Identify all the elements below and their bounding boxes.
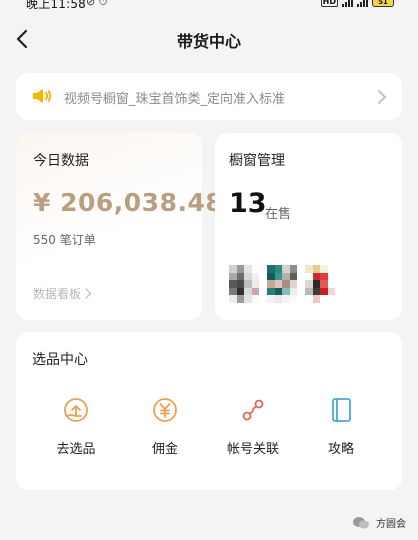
book-icon bbox=[301, 394, 381, 426]
announcement-banner[interactable]: 视频号橱窗_珠宝首饰类_定向准入标准 bbox=[16, 73, 402, 120]
chevron-right-icon bbox=[85, 288, 92, 299]
page-title: 带货中心 bbox=[176, 32, 241, 51]
product-thumbnail bbox=[229, 265, 259, 303]
link-nodes-icon bbox=[213, 394, 293, 426]
watermark: 方圆会 bbox=[352, 515, 406, 530]
hd-badge: HD bbox=[320, 0, 338, 7]
showcase-management-card[interactable]: 橱窗管理 13 在售 bbox=[215, 133, 402, 320]
nav-bar: 带货中心 bbox=[0, 22, 418, 56]
today-data-card[interactable]: 今日数据 ¥ 206,038.48 550 笔订单 数据看板 bbox=[16, 133, 223, 320]
product-thumbnail bbox=[267, 265, 297, 303]
chevron-right-icon bbox=[378, 89, 387, 108]
wechat-logo-icon bbox=[353, 516, 369, 528]
product-count-unit: 在售 bbox=[265, 207, 292, 222]
status-time: 晚上11:58 bbox=[26, 0, 86, 11]
signal-icon-2 bbox=[357, 0, 368, 7]
status-right: HD 51 bbox=[320, 0, 394, 7]
signal-icon bbox=[342, 0, 353, 7]
product-selection-card: 选品中心 去选品 佣金 帐号关联 攻略 bbox=[16, 332, 402, 490]
status-bar: 晚上11:58 ⊘ ⏱ HD 51 bbox=[0, 0, 418, 12]
battery-icon: 51 bbox=[372, 0, 394, 7]
banner-text: 视频号橱窗_珠宝首饰类_定向准入标准 bbox=[64, 92, 286, 107]
product-count: 13 bbox=[229, 188, 267, 219]
order-count: 550 笔订单 bbox=[33, 233, 96, 247]
yen-coin-icon bbox=[125, 394, 205, 426]
account-link-button[interactable]: 帐号关联 bbox=[213, 394, 293, 457]
commission-label: 佣金 bbox=[151, 442, 178, 457]
data-board-label: 数据看板 bbox=[33, 287, 82, 301]
product-thumbnail bbox=[305, 265, 335, 303]
account-link-label: 帐号关联 bbox=[226, 442, 279, 457]
data-board-link[interactable]: 数据看板 bbox=[33, 285, 92, 302]
guide-label: 攻略 bbox=[327, 442, 354, 457]
commission-button[interactable]: 佣金 bbox=[125, 394, 205, 457]
select-products-button[interactable]: 去选品 bbox=[36, 394, 116, 457]
guide-button[interactable]: 攻略 bbox=[301, 394, 381, 457]
product-thumbnails bbox=[229, 265, 335, 303]
speaker-icon bbox=[32, 88, 54, 108]
today-data-label: 今日数据 bbox=[33, 153, 89, 169]
selection-label: 选品中心 bbox=[32, 352, 88, 368]
select-products-label: 去选品 bbox=[56, 442, 96, 457]
hand-coin-icon bbox=[36, 394, 116, 426]
watermark-text: 方圆会 bbox=[376, 519, 406, 530]
showcase-label: 橱窗管理 bbox=[229, 153, 285, 169]
notification-icons: ⊘ ⏱ bbox=[86, 0, 108, 8]
sales-amount: ¥ 206,038.48 bbox=[33, 188, 224, 217]
